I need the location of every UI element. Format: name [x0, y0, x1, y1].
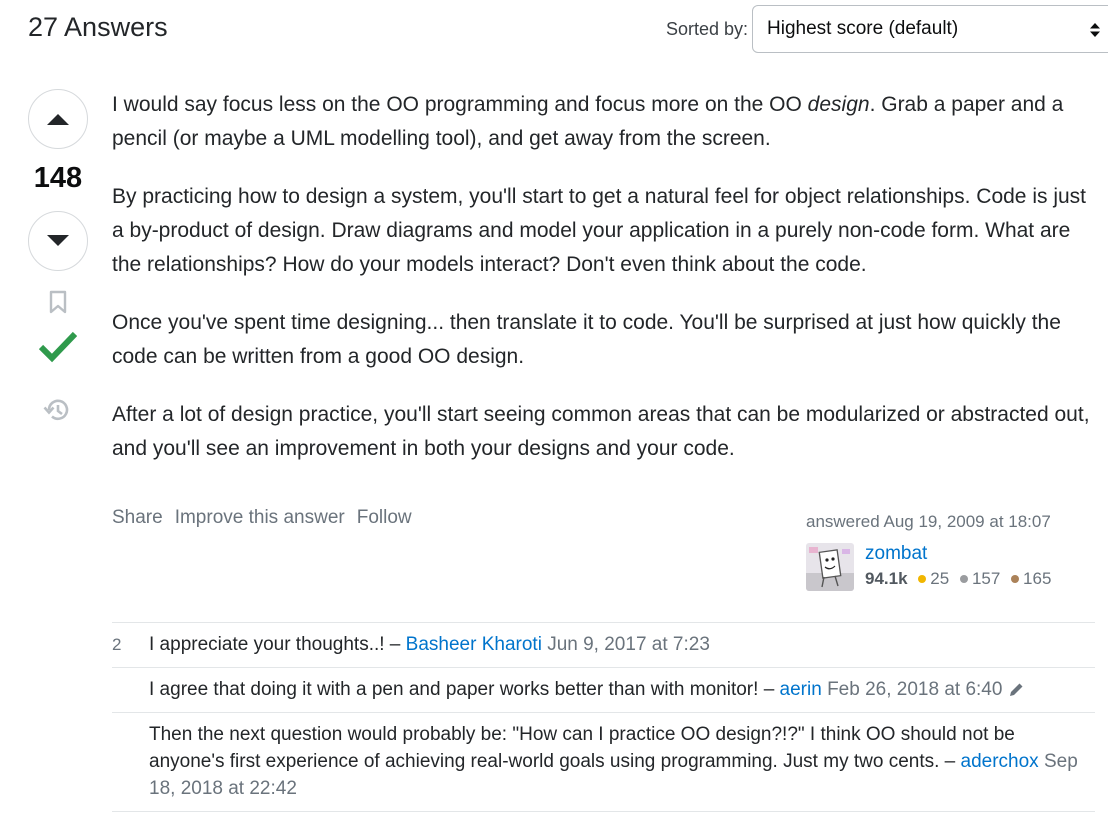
- comment-text: I agree that doing it with a pen and pap…: [149, 679, 780, 700]
- answers-count: 27 Answers: [28, 12, 168, 42]
- gold-badge-icon: [918, 575, 927, 584]
- sort-select[interactable]: Highest score (default): [752, 5, 1108, 53]
- comment-date[interactable]: Feb 26, 2018 at 6:40: [827, 679, 1002, 700]
- reputation-score: 94.1k: [865, 569, 908, 588]
- comment-date[interactable]: Jun 9, 2017 at 7:23: [547, 634, 710, 655]
- answer-body: I would say focus less on the OO program…: [112, 88, 1102, 490]
- chevron-updown-icon: [1090, 23, 1100, 37]
- vote-count: 148: [33, 162, 83, 194]
- comment-user-link[interactable]: aderchox: [961, 751, 1039, 772]
- upvote-button[interactable]: [28, 89, 88, 149]
- gold-badge-count: 25: [930, 569, 950, 588]
- silver-badge-icon: [959, 575, 968, 584]
- user-reputation: 94.1k 25 157 165: [865, 569, 1051, 589]
- comments-list: 2 I appreciate your thoughts..! – Bashee…: [112, 622, 1095, 812]
- user-name-link[interactable]: zombat: [865, 543, 927, 565]
- answer-text: I would say focus less on the OO program…: [112, 93, 808, 116]
- arrow-down-icon: [47, 235, 69, 246]
- comment: Then the next question would probably be…: [112, 713, 1095, 812]
- comment-text: I appreciate your thoughts..! –: [149, 634, 406, 655]
- avatar[interactable]: [806, 543, 854, 591]
- answer-paragraph: After a lot of design practice, you'll s…: [112, 403, 1090, 460]
- answer-paragraph: By practicing how to design a system, yo…: [112, 185, 1086, 276]
- silver-badge-count: 157: [971, 569, 1001, 588]
- bookmark-icon[interactable]: [48, 290, 68, 314]
- comment: I agree that doing it with a pen and pap…: [112, 668, 1095, 713]
- checkmark-icon: [39, 331, 77, 363]
- comment-score: 2: [112, 635, 122, 654]
- downvote-button[interactable]: [28, 211, 88, 271]
- sort-label: Sorted by:: [666, 19, 749, 39]
- comment-text: Then the next question would probably be…: [149, 724, 1015, 772]
- comment-user-link[interactable]: Basheer Kharoti: [406, 634, 542, 655]
- share-link[interactable]: Share: [112, 507, 163, 529]
- arrow-up-icon: [47, 114, 69, 125]
- answer-paragraph: Once you've spent time designing... then…: [112, 311, 1061, 368]
- answered-time: answered Aug 19, 2009 at 18:07: [806, 512, 1051, 531]
- pencil-icon[interactable]: [1008, 681, 1025, 698]
- bronze-badge-icon: [1011, 575, 1020, 584]
- answer-emphasis: design: [807, 93, 870, 116]
- comment-user-link[interactable]: aerin: [780, 679, 822, 700]
- comment: 2 I appreciate your thoughts..! – Bashee…: [112, 623, 1095, 668]
- sort-select-value: Highest score (default): [767, 18, 959, 39]
- follow-link[interactable]: Follow: [357, 507, 412, 529]
- answer-paragraph: I would say focus less on the OO program…: [112, 88, 1102, 156]
- history-icon[interactable]: [43, 397, 71, 423]
- bronze-badge-count: 165: [1023, 569, 1052, 588]
- answers-header: 27 Answers Sorted by: Highest score (def…: [0, 0, 1108, 60]
- improve-answer-link[interactable]: Improve this answer: [175, 507, 345, 529]
- post-menu: Share Improve this answer Follow: [112, 507, 412, 529]
